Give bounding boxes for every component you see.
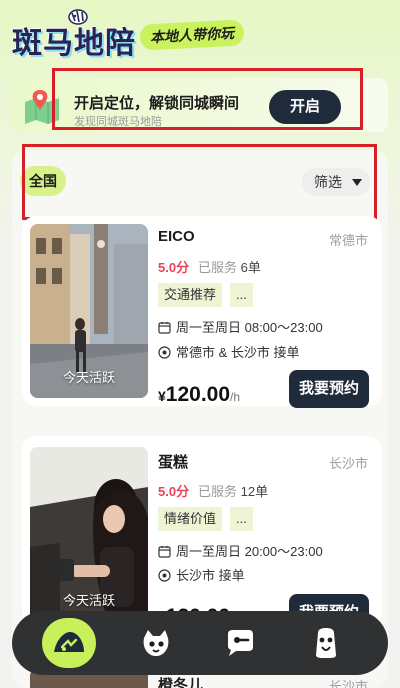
area-row: 常德市 & 长沙市 接单: [158, 342, 300, 361]
schedule-text: 周一至周日 08:00～23:00: [176, 320, 323, 335]
calendar-icon: [158, 322, 171, 334]
companion-name: 蛋糕: [158, 454, 189, 471]
price-currency: ¥: [158, 388, 166, 404]
schedule-row: 周一至周日 08:00～23:00: [158, 317, 323, 336]
calendar-icon: [158, 546, 171, 558]
served-number: 12单: [240, 484, 269, 499]
book-button[interactable]: 我要预约: [289, 370, 369, 408]
location-pin-icon: [158, 569, 171, 582]
price-unit: /h: [230, 390, 241, 404]
price: ¥120.00/h: [158, 383, 240, 407]
service-tag-more: ...: [230, 283, 253, 307]
app-header: 斑马地陪 本地人带你玩: [0, 0, 400, 76]
nav-messages[interactable]: [212, 611, 268, 675]
schedule-text: 周一至周日 20:00～23:00: [176, 544, 323, 559]
app-logo: 斑马地陪: [12, 26, 136, 61]
companion-name: EICO: [158, 228, 195, 245]
active-today-label: 今天活跃: [62, 593, 115, 608]
enable-location-button[interactable]: 开启: [269, 90, 341, 124]
nav-home[interactable]: [41, 611, 97, 675]
filter-label: 筛选: [314, 174, 342, 190]
region-tab-all[interactable]: 全国: [20, 166, 66, 196]
message-icon: [228, 630, 253, 656]
companion-photo[interactable]: 今天活跃: [30, 224, 148, 398]
nav-profile[interactable]: [298, 611, 354, 675]
profile-icon: [316, 628, 336, 658]
location-map-icon: [25, 90, 59, 124]
served-prefix: 已服务: [198, 260, 238, 275]
served-number: 6单: [240, 260, 261, 275]
service-tag: 情绪价值: [158, 507, 223, 531]
companion-photo[interactable]: 今天活跃: [30, 447, 148, 621]
nav-discover[interactable]: [128, 611, 184, 675]
filter-button[interactable]: 筛选: [302, 168, 370, 196]
location-pin-icon: [158, 346, 171, 359]
companion-city-peek: 长沙市: [328, 679, 368, 688]
companion-score: 5.0分: [158, 484, 190, 499]
area-row: 长沙市 接单: [158, 565, 245, 584]
service-tag-more: ...: [230, 507, 253, 531]
app-slogan: 本地人带你玩: [139, 19, 245, 51]
companion-name-peek: 橙冬儿: [158, 677, 204, 688]
caret-down-icon: [352, 179, 362, 186]
companion-city: 常德市: [328, 233, 368, 248]
cat-icon: [143, 630, 169, 656]
location-banner-subtitle: 发现同城斑马地陪: [74, 116, 162, 128]
area-text: 常德市 & 长沙市 接单: [176, 345, 300, 360]
home-icon: [54, 632, 84, 652]
schedule-row: 周一至周日 20:00～23:00: [158, 541, 323, 560]
served-count: 已服务 6单: [198, 257, 261, 276]
service-tag: 交通推荐: [158, 283, 223, 307]
area-text: 长沙市 接单: [176, 568, 245, 583]
served-prefix: 已服务: [198, 484, 238, 499]
served-count: 已服务 12单: [198, 481, 268, 500]
price-value: 120.00: [165, 383, 231, 406]
companion-city: 长沙市: [328, 456, 368, 471]
companion-score: 5.0分: [158, 260, 190, 275]
location-banner-title: 开启定位，解锁同城瞬间: [74, 95, 240, 112]
active-today-label: 今天活跃: [62, 370, 115, 385]
